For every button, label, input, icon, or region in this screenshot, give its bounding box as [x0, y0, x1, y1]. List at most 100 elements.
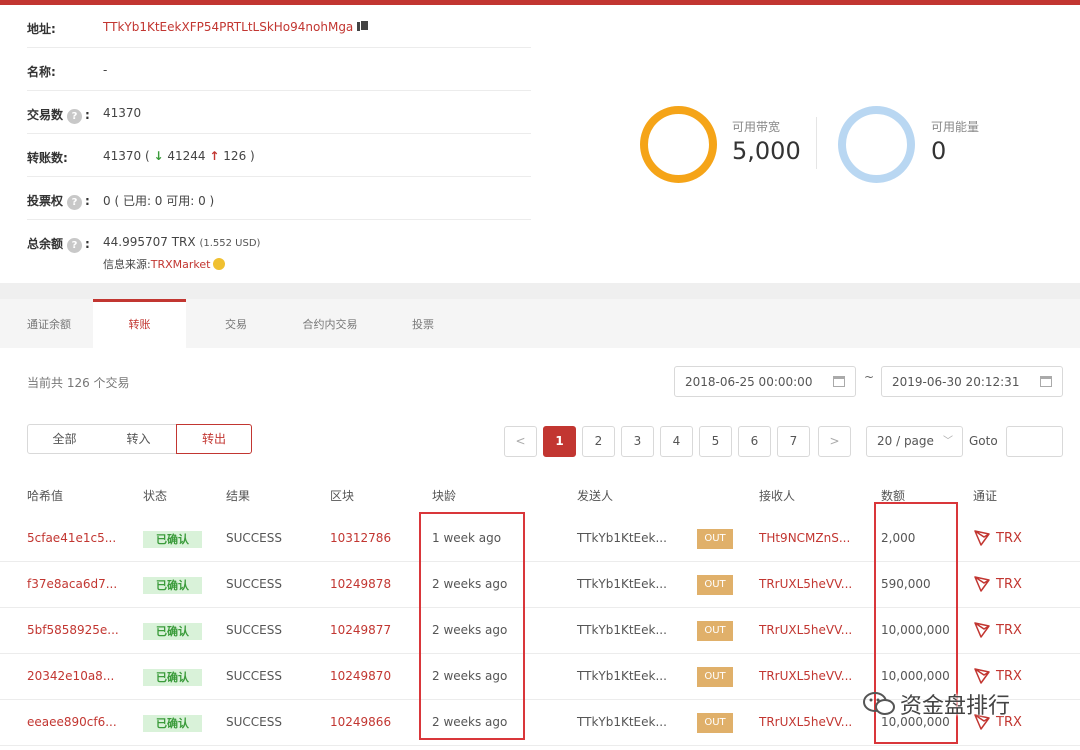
- tab-internal-transactions[interactable]: 合约内交易: [290, 299, 370, 348]
- transfer-row: 转账数: 41370 ( ↓ 41244 ↑ 126 ): [27, 134, 531, 177]
- tab-bar: 通证余额 转账 交易 合约内交易 投票: [0, 299, 1080, 348]
- name-value: -: [103, 63, 108, 77]
- from-address[interactable]: TTkYb1KtEek...: [577, 623, 667, 637]
- header-to: 接收人: [759, 489, 796, 503]
- page-size-value: 20 / page: [877, 434, 934, 448]
- date-from-value: 2018-06-25 00:00:00: [685, 375, 813, 389]
- transfer-label: 转账数:: [27, 151, 68, 165]
- block-link[interactable]: 10249870: [330, 669, 391, 683]
- to-address-link[interactable]: THt9NCMZnS...: [759, 531, 850, 545]
- calendar-icon: [1040, 376, 1052, 387]
- tx-count-value: 41370: [103, 106, 142, 120]
- header-from: 发送人: [577, 489, 614, 503]
- help-icon[interactable]: ?: [67, 109, 83, 124]
- energy-ring: [838, 106, 915, 183]
- block-link[interactable]: 10249866: [330, 715, 391, 729]
- tab-transactions[interactable]: 交易: [200, 299, 272, 348]
- hash-link[interactable]: 20342e10a8...: [27, 669, 114, 683]
- address-link[interactable]: TTkYb1KtEekXFP54PRTLtLSkHo94nohMga: [103, 20, 353, 34]
- next-page-button[interactable]: >: [818, 426, 851, 457]
- block-link[interactable]: 10312786: [330, 531, 391, 545]
- result-text: SUCCESS: [226, 623, 282, 637]
- to-address-link[interactable]: TRrUXL5heVV...: [759, 577, 852, 591]
- energy-label: 可用能量: [931, 120, 980, 134]
- hash-link[interactable]: 5bf5858925e...: [27, 623, 119, 637]
- date-separator: ~: [864, 370, 875, 384]
- tab-votes[interactable]: 投票: [390, 299, 456, 348]
- hash-link[interactable]: eeaee890cf6...: [27, 715, 117, 729]
- name-row: 名称: -: [27, 48, 531, 91]
- status-badge: 已确认: [143, 531, 202, 548]
- name-label: 名称:: [27, 65, 56, 79]
- page-1-button[interactable]: 1: [543, 426, 576, 457]
- page-6-button[interactable]: 6: [738, 426, 771, 457]
- filter-out-button[interactable]: 转出: [176, 424, 252, 454]
- from-address[interactable]: TTkYb1KtEek...: [577, 577, 667, 591]
- result-text: SUCCESS: [226, 577, 282, 591]
- bandwidth-ring: [640, 106, 717, 183]
- balance-label: 总余额: [27, 237, 64, 251]
- help-icon[interactable]: ?: [67, 195, 83, 210]
- watermark: 资金盘排行: [862, 688, 1010, 720]
- to-address-link[interactable]: TRrUXL5heVV...: [759, 715, 852, 729]
- goto-input[interactable]: [1006, 426, 1063, 457]
- to-address-link[interactable]: TRrUXL5heVV...: [759, 669, 852, 683]
- balance-row: 总余额?: 44.995707 TRX (1.552 USD) 信息来源:TRX…: [27, 220, 531, 290]
- date-from-picker[interactable]: 2018-06-25 00:00:00: [674, 366, 856, 397]
- transfer-out-count: 126 ): [223, 149, 255, 163]
- date-to-value: 2019-06-30 20:12:31: [892, 375, 1020, 389]
- tab-token-balance[interactable]: 通证余额: [0, 299, 98, 348]
- block-link[interactable]: 10249877: [330, 623, 391, 637]
- page-5-button[interactable]: 5: [699, 426, 732, 457]
- from-address[interactable]: TTkYb1KtEek...: [577, 669, 667, 683]
- status-badge: 已确认: [143, 669, 202, 686]
- filter-all-button[interactable]: 全部: [27, 424, 102, 454]
- token-link[interactable]: TRX: [996, 577, 1022, 592]
- energy-value: 0: [931, 137, 947, 165]
- copy-icon[interactable]: [357, 20, 370, 32]
- from-address[interactable]: TTkYb1KtEek...: [577, 715, 667, 729]
- block-link[interactable]: 10249878: [330, 577, 391, 591]
- token-link[interactable]: TRX: [996, 669, 1022, 684]
- page-7-button[interactable]: 7: [777, 426, 810, 457]
- prev-page-button[interactable]: <: [504, 426, 537, 457]
- header-age: 块龄: [432, 489, 457, 503]
- account-info: 地址: TTkYb1KtEekXFP54PRTLtLSkHo94nohMga 名…: [27, 5, 531, 290]
- date-to-picker[interactable]: 2019-06-30 20:12:31: [881, 366, 1063, 397]
- to-address-link[interactable]: TRrUXL5heVV...: [759, 623, 852, 637]
- page-4-button[interactable]: 4: [660, 426, 693, 457]
- page-2-button[interactable]: 2: [582, 426, 615, 457]
- arrow-down-icon: ↓: [153, 149, 164, 163]
- tx-count-row: 交易数?: 41370: [27, 91, 531, 134]
- hash-link[interactable]: 5cfae41e1c5...: [27, 531, 116, 545]
- tab-transfers[interactable]: 转账: [93, 299, 186, 348]
- trx-icon: [974, 668, 990, 684]
- data-source: 信息来源:TRXMarket: [103, 256, 226, 272]
- resource-divider: [816, 117, 817, 169]
- source-link[interactable]: TRXMarket: [151, 258, 211, 271]
- filter-in-button[interactable]: 转入: [101, 424, 177, 454]
- tx-count-label: 交易数: [27, 108, 64, 122]
- page-size-select[interactable]: 20 / page ﹀: [866, 426, 963, 457]
- header-hash: 哈希值: [27, 489, 64, 503]
- vote-label: 投票权: [27, 194, 64, 208]
- balance-value-wrap: 44.995707 TRX (1.552 USD): [103, 235, 260, 249]
- header-token: 通证: [973, 489, 998, 503]
- status-badge: 已确认: [143, 715, 202, 732]
- direction-badge: OUT: [697, 529, 733, 549]
- address-label: 地址:: [27, 22, 56, 36]
- token-link[interactable]: TRX: [996, 531, 1022, 546]
- header-block: 区块: [330, 489, 355, 503]
- page-3-button[interactable]: 3: [621, 426, 654, 457]
- bandwidth-value: 5,000: [732, 137, 801, 165]
- hash-link[interactable]: f37e8aca6d7...: [27, 577, 117, 591]
- tx-count-label-wrap: 交易数?:: [27, 108, 90, 124]
- address-row: 地址: TTkYb1KtEekXFP54PRTLtLSkHo94nohMga: [27, 5, 531, 48]
- balance-label-wrap: 总余额?:: [27, 237, 90, 253]
- chevron-down-icon: ﹀: [943, 436, 953, 447]
- header-status: 状态: [143, 489, 168, 503]
- token-link[interactable]: TRX: [996, 623, 1022, 638]
- direction-badge: OUT: [697, 621, 733, 641]
- help-icon[interactable]: ?: [67, 238, 83, 253]
- from-address[interactable]: TTkYb1KtEek...: [577, 531, 667, 545]
